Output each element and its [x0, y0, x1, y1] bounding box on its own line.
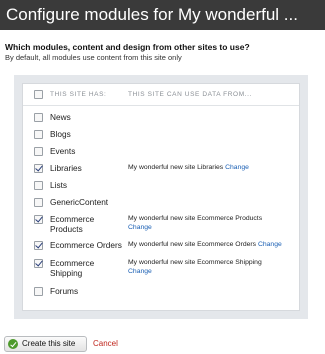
modules-panel: This site has: This site can use data fr… — [14, 75, 308, 319]
module-checkbox-blogs[interactable] — [34, 130, 43, 139]
module-checkbox-forums[interactable] — [34, 287, 43, 296]
module-source: My wonderful new site Libraries Change — [128, 164, 293, 173]
change-link[interactable]: Change — [128, 268, 152, 275]
module-source: My wonderful new site Ecommerce Products… — [128, 215, 263, 232]
module-row-genericcontent: GenericContent — [23, 196, 299, 212]
create-site-label: Create this site — [22, 339, 76, 348]
change-link[interactable]: Change — [258, 241, 282, 248]
module-name: Ecommerce Orders — [50, 240, 122, 250]
module-checkbox-lists[interactable] — [34, 181, 43, 190]
module-row-lists: Lists — [23, 179, 299, 195]
module-row-forums: Forums — [23, 285, 299, 301]
module-name: Ecommerce Shipping — [50, 258, 95, 278]
select-all-checkbox[interactable] — [34, 90, 43, 99]
header-this-site-has: This site has: — [50, 91, 107, 98]
module-name: News — [50, 112, 71, 122]
module-row-events: Events — [23, 145, 299, 161]
create-site-button[interactable]: Create this site — [4, 336, 87, 352]
module-name: Events — [50, 146, 76, 156]
intro-question: Which modules, content and design from o… — [5, 42, 250, 52]
module-name: Ecommerce Products — [50, 214, 95, 234]
module-checkbox-ecommerce-shipping[interactable] — [34, 259, 43, 268]
module-row-ecommerce-shipping: Ecommerce Shipping My wonderful new site… — [23, 257, 299, 279]
header-can-use-data-from: This site can use data from... — [128, 91, 252, 98]
module-source-text: My wonderful new site Libraries — [128, 164, 224, 171]
module-row-blogs: Blogs — [23, 128, 299, 144]
module-checkbox-events[interactable] — [34, 147, 43, 156]
modules-table: This site has: This site can use data fr… — [22, 83, 300, 311]
intro-subtext: By default, all modules use content from… — [5, 53, 182, 62]
check-circle-icon — [8, 339, 18, 349]
module-name: Libraries — [50, 163, 82, 173]
table-header: This site has: This site can use data fr… — [23, 84, 299, 106]
change-link[interactable]: Change — [225, 164, 249, 171]
module-checkbox-libraries[interactable] — [34, 164, 43, 173]
module-source-text: My wonderful new site Ecommerce Orders — [128, 241, 257, 248]
module-name: Lists — [50, 180, 68, 190]
module-row-ecommerce-products: Ecommerce Products My wonderful new site… — [23, 213, 299, 235]
module-checkbox-ecommerce-orders[interactable] — [34, 241, 43, 250]
module-source-text: My wonderful new site Ecommerce Shipping — [128, 259, 262, 266]
module-source: My wonderful new site Ecommerce Shipping… — [128, 259, 263, 276]
module-checkbox-news[interactable] — [34, 113, 43, 122]
module-name: GenericContent — [50, 197, 109, 207]
module-row-libraries: Libraries My wonderful new site Librarie… — [23, 162, 299, 178]
module-row-ecommerce-orders: Ecommerce Orders My wonderful new site E… — [23, 239, 299, 255]
module-name: Forums — [50, 286, 79, 296]
module-row-news: News — [23, 111, 299, 127]
change-link[interactable]: Change — [128, 224, 152, 231]
module-checkbox-genericcontent[interactable] — [34, 198, 43, 207]
module-source: My wonderful new site Ecommerce Orders C… — [128, 241, 300, 250]
cancel-link[interactable]: Cancel — [93, 339, 118, 348]
window-title: Configure modules for My wonderful ... — [0, 0, 325, 30]
module-name: Blogs — [50, 129, 71, 139]
module-checkbox-ecommerce-products[interactable] — [34, 215, 43, 224]
module-source-text: My wonderful new site Ecommerce Products — [128, 215, 263, 222]
